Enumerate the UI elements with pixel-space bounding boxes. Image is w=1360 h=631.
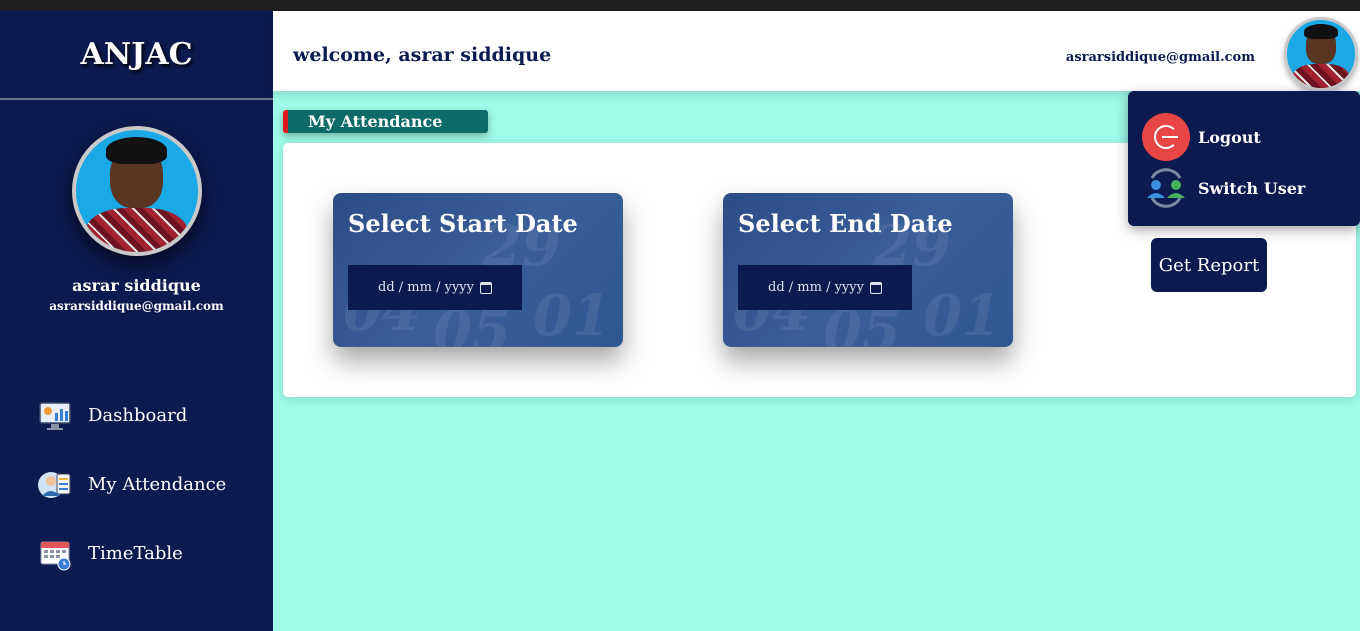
sidebar-item-label: My Attendance — [88, 474, 227, 495]
logout-icon — [1142, 113, 1190, 161]
start-date-input[interactable]: dd / mm / yyyy — [348, 265, 522, 310]
end-date-card: 29 04 05 01 Select End Date dd / mm / yy… — [723, 193, 1013, 347]
sidebar-item-timetable[interactable]: TimeTable — [0, 519, 273, 588]
profile-name: asrar siddique — [72, 276, 201, 295]
calendar-icon[interactable] — [479, 281, 492, 294]
sidebar: ANJAC asrar siddique asrarsiddique@gmail… — [0, 11, 273, 631]
top-header: welcome, asrar siddique asrarsiddique@gm… — [273, 11, 1360, 91]
sidebar-item-label: TimeTable — [88, 543, 183, 564]
end-date-input[interactable]: dd / mm / yyyy — [738, 265, 912, 310]
section-title: My Attendance — [283, 110, 488, 133]
header-email: asrarsiddique@gmail.com — [1065, 50, 1255, 65]
sidebar-nav: Dashboard My Attendance TimeTable — [0, 381, 273, 588]
sidebar-profile: asrar siddique asrarsiddique@gmail.com — [0, 100, 273, 313]
get-report-button[interactable]: Get Report — [1151, 238, 1267, 292]
brand-logo[interactable]: ANJAC — [0, 11, 273, 100]
sidebar-item-dashboard[interactable]: Dashboard — [0, 381, 273, 450]
attendance-user-icon — [38, 468, 72, 502]
profile-email: asrarsiddique@gmail.com — [49, 299, 224, 313]
avatar — [71, 126, 202, 256]
end-date-placeholder: dd / mm / yyyy — [768, 280, 864, 295]
switch-user-label: Switch User — [1198, 178, 1306, 198]
switch-user-icon — [1142, 164, 1190, 212]
calendar-clock-icon — [38, 537, 72, 571]
start-date-card: 29 04 05 01 Select Start Date dd / mm / … — [333, 193, 623, 347]
user-dropdown-menu: Logout Switch User — [1128, 91, 1360, 226]
logout-menu-item[interactable]: Logout — [1142, 113, 1261, 161]
sidebar-item-label: Dashboard — [88, 405, 188, 426]
header-avatar[interactable] — [1284, 17, 1358, 91]
end-date-title: Select End Date — [738, 209, 953, 238]
dashboard-monitor-icon — [38, 399, 72, 433]
start-date-placeholder: dd / mm / yyyy — [378, 280, 474, 295]
start-date-title: Select Start Date — [348, 209, 578, 238]
welcome-message: welcome, asrar siddique — [293, 44, 552, 66]
browser-bookmarks-strip — [0, 0, 1360, 11]
logout-label: Logout — [1198, 127, 1261, 147]
sidebar-item-my-attendance[interactable]: My Attendance — [0, 450, 273, 519]
calendar-icon[interactable] — [869, 281, 882, 294]
switch-user-menu-item[interactable]: Switch User — [1142, 164, 1305, 212]
